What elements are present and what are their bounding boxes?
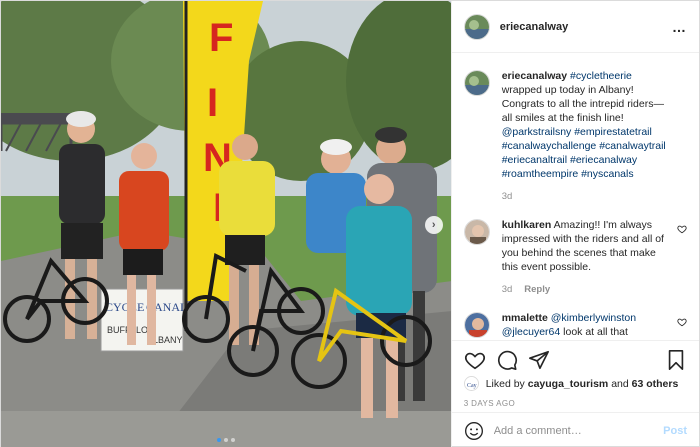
caption-link[interactable]: #canalwaytrail: [599, 140, 666, 152]
caption-link[interactable]: #eriecanalway: [570, 154, 637, 166]
action-icons: [464, 347, 687, 373]
post-timestamp[interactable]: 3 days ago: [464, 399, 687, 408]
caption-link[interactable]: #canalwaychallenge: [502, 140, 597, 152]
comment-body: mmalette @kimberlywinston @jlecuyer64 lo…: [502, 311, 687, 339]
emoji-icon[interactable]: [464, 421, 484, 441]
reply-button[interactable]: Reply: [524, 284, 550, 295]
comment-icon[interactable]: [496, 349, 518, 371]
comment-text: look at all that: [560, 326, 628, 338]
more-icon[interactable]: …: [672, 19, 687, 35]
post-comment-button[interactable]: Post: [663, 425, 687, 437]
avatar[interactable]: [463, 13, 490, 40]
comment-body: kuhlkaren Amazing!! I'm always impressed…: [502, 218, 687, 297]
caption-link[interactable]: #roamtheempire: [502, 168, 578, 180]
comment-input[interactable]: [493, 424, 664, 437]
carousel-dot[interactable]: [230, 438, 235, 442]
likes-prefix: Liked by: [485, 377, 525, 390]
comment-username[interactable]: kuhlkaren: [502, 219, 552, 231]
svg-text:Cay: Cay: [467, 383, 477, 389]
carousel-dots: [1, 438, 451, 442]
instagram-post: F I N I CYCLE CANAL BUFFALO ALBANY: [0, 0, 700, 447]
carousel-dot[interactable]: [216, 438, 221, 442]
avatar[interactable]: [463, 219, 490, 245]
comments-list: eriecanalway #cycletheerie wrapped up to…: [452, 53, 699, 340]
comment-username[interactable]: mmalette: [502, 312, 548, 324]
post-photo[interactable]: F I N I CYCLE CANAL BUFFALO ALBANY: [1, 1, 451, 447]
caption-link[interactable]: #cycletheerie: [570, 70, 632, 82]
flag-letter-1: F: [209, 16, 233, 60]
comment-age: 3d: [501, 284, 513, 295]
heart-icon[interactable]: [677, 317, 687, 327]
caption-link[interactable]: @parkstrailsny: [502, 126, 572, 138]
avatar[interactable]: [463, 312, 490, 338]
likes-count[interactable]: 63 others: [632, 378, 679, 390]
avatar[interactable]: Cay: [463, 376, 479, 391]
likes-and: and: [611, 377, 629, 390]
chevron-right-icon[interactable]: ›: [424, 216, 443, 234]
caption-body: eriecanalway #cycletheerie wrapped up to…: [502, 69, 687, 204]
avatar[interactable]: [463, 70, 490, 96]
carousel-dot[interactable]: [223, 438, 228, 442]
caption-age-text: 3d: [501, 191, 513, 202]
comment: kuhlkaren Amazing!! I'm always impressed…: [463, 218, 687, 297]
post-actions: Cay Liked by cayuga_tourism and 63 other…: [451, 340, 699, 412]
caption: eriecanalway #cycletheerie wrapped up to…: [463, 69, 687, 204]
comment: mmalette @kimberlywinston @jlecuyer64 lo…: [463, 311, 687, 339]
heart-icon[interactable]: [464, 349, 486, 371]
caption-link[interactable]: #eriecanaltrail: [502, 154, 567, 166]
likes-user[interactable]: cayuga_tourism: [528, 378, 609, 390]
post-header: eriecanalway …: [451, 1, 699, 53]
caption-link[interactable]: #empirestatetrail: [574, 126, 652, 138]
caption-text: #cycletheerie wrapped up today in Albany…: [502, 70, 666, 180]
photo-illustration: F I N I CYCLE CANAL BUFFALO ALBANY: [1, 1, 451, 447]
caption-username[interactable]: eriecanalway: [502, 70, 567, 82]
flag-letter-2: I: [207, 81, 218, 125]
caption-fragment: wrapped up today in Albany! Congrats to …: [501, 84, 664, 124]
add-comment-bar: Post: [451, 412, 699, 447]
post-sidebar: eriecanalway … eriecanalway #cycletheeri…: [450, 1, 699, 447]
comment-mention[interactable]: @jlecuyer64: [502, 326, 561, 338]
caption-link[interactable]: #nyscanals: [581, 168, 634, 180]
share-icon[interactable]: [528, 349, 550, 371]
banner-text-1: CYCLE: [105, 300, 144, 314]
comment-meta: 3d Reply: [502, 283, 673, 297]
heart-icon[interactable]: [677, 224, 687, 234]
bookmark-icon[interactable]: [665, 349, 687, 371]
comment-mention[interactable]: @kimberlywinston: [551, 312, 636, 324]
account-username[interactable]: eriecanalway: [500, 21, 672, 33]
caption-age: 3d: [502, 190, 673, 204]
likes-summary: Cay Liked by cayuga_tourism and 63 other…: [463, 376, 687, 391]
